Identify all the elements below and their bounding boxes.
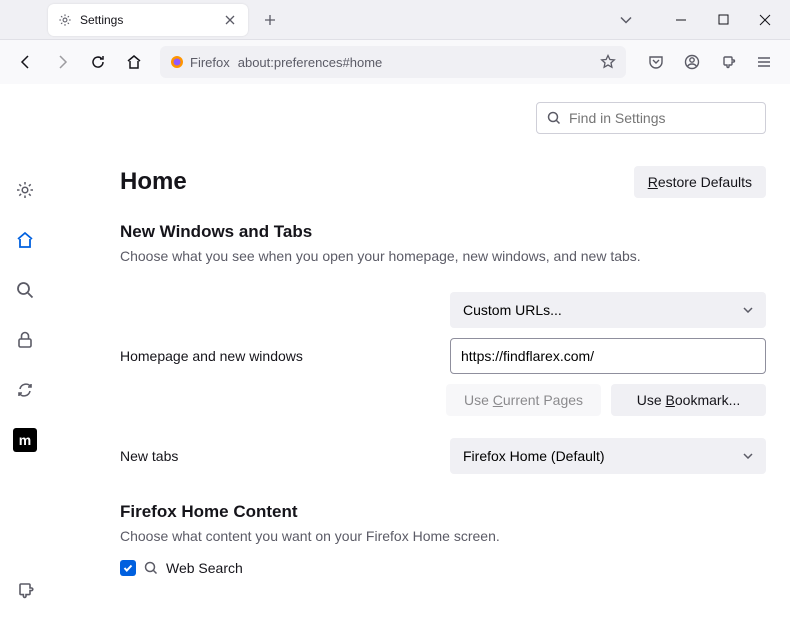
identity-label: Firefox (190, 55, 230, 70)
newtabs-label: New tabs (120, 448, 450, 464)
toolbar: Firefox about:preferences#home (0, 40, 790, 84)
url-text: about:preferences#home (238, 55, 592, 70)
gear-icon (58, 13, 72, 27)
web-search-checkbox[interactable] (120, 560, 136, 576)
use-bookmark-button[interactable]: Use Bookmark... (611, 384, 766, 416)
homepage-label: Homepage and new windows (120, 348, 450, 364)
maximize-button[interactable] (702, 4, 744, 36)
site-identity[interactable]: Firefox (170, 55, 230, 70)
tab-title: Settings (80, 13, 214, 27)
mozilla-icon: m (13, 428, 37, 452)
section-home-content-heading: Firefox Home Content (120, 502, 766, 522)
homepage-url-input[interactable] (450, 338, 766, 374)
check-icon (123, 563, 133, 573)
url-bar[interactable]: Firefox about:preferences#home (160, 46, 626, 78)
homepage-mode-select[interactable]: Custom URLs... (450, 292, 766, 328)
forward-button[interactable] (46, 46, 78, 78)
section-home-content-desc: Choose what content you want on your Fir… (120, 528, 766, 544)
section-new-windows-desc: Choose what you see when you open your h… (120, 248, 766, 264)
close-window-button[interactable] (744, 4, 786, 36)
homepage-mode-value: Custom URLs... (463, 302, 562, 318)
section-new-windows-heading: New Windows and Tabs (120, 222, 766, 242)
reload-button[interactable] (82, 46, 114, 78)
close-icon[interactable] (222, 12, 238, 28)
use-current-pages-button[interactable]: Use Current Pages (446, 384, 601, 416)
sidebar-item-addons[interactable] (7, 572, 43, 608)
account-button[interactable] (676, 46, 708, 78)
firefox-icon (170, 55, 184, 69)
restore-defaults-button[interactable]: Restore Defaults (634, 166, 766, 198)
chevron-down-icon (743, 453, 753, 459)
pocket-button[interactable] (640, 46, 672, 78)
search-icon (144, 561, 158, 575)
sidebar-item-sync[interactable] (7, 372, 43, 408)
new-tab-button[interactable] (256, 6, 284, 34)
back-button[interactable] (10, 46, 42, 78)
sidebar-item-search[interactable] (7, 272, 43, 308)
newtabs-value: Firefox Home (Default) (463, 448, 605, 464)
tabs-dropdown-icon[interactable] (612, 6, 640, 34)
bookmark-star-icon[interactable] (600, 54, 616, 70)
newtabs-select[interactable]: Firefox Home (Default) (450, 438, 766, 474)
find-in-settings[interactable] (536, 102, 766, 134)
sidebar-item-mozilla[interactable]: m (7, 422, 43, 458)
sidebar-item-general[interactable] (7, 172, 43, 208)
home-button[interactable] (118, 46, 150, 78)
menu-button[interactable] (748, 46, 780, 78)
settings-sidebar: m (0, 84, 50, 618)
find-input[interactable] (569, 110, 755, 126)
sidebar-item-home[interactable] (7, 222, 43, 258)
sidebar-item-privacy[interactable] (7, 322, 43, 358)
search-icon (547, 111, 561, 125)
browser-tab[interactable]: Settings (48, 4, 248, 36)
minimize-button[interactable] (660, 4, 702, 36)
settings-main: Home Restore Defaults New Windows and Ta… (50, 84, 790, 618)
window-controls (660, 4, 786, 36)
titlebar: Settings (0, 0, 790, 40)
extensions-button[interactable] (712, 46, 744, 78)
web-search-label: Web Search (166, 560, 243, 576)
page-title: Home (120, 168, 187, 196)
chevron-down-icon (743, 307, 753, 313)
